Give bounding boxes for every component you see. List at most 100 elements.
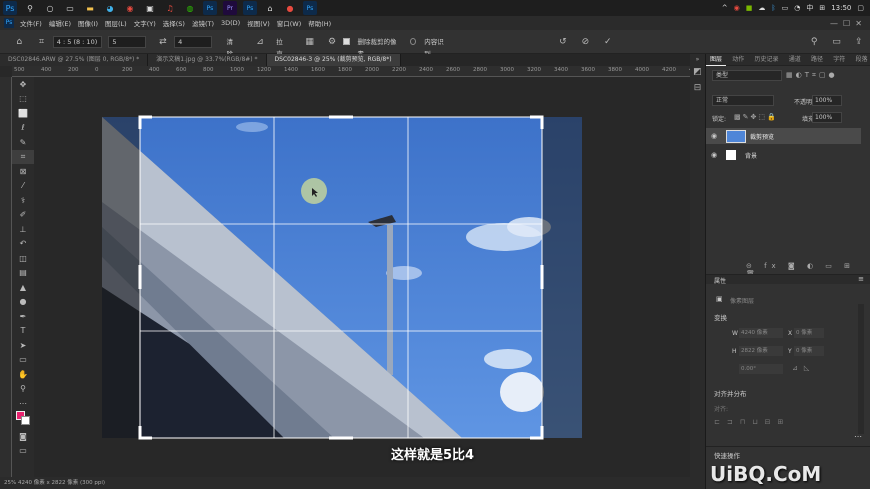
tab-actions[interactable]: 动作 (728, 54, 748, 65)
hand-tool-icon[interactable]: ✋ (12, 367, 34, 382)
layer-row-background[interactable]: ◉ 背景 (706, 147, 861, 163)
dodge-tool-icon[interactable]: ● (12, 295, 34, 310)
tray-nvidia-icon[interactable]: ■ (746, 4, 753, 12)
x-input[interactable]: 0 像素 (794, 328, 824, 338)
adjust-panel-icon[interactable]: ⊟ (690, 83, 705, 93)
layer-filter-icons[interactable]: ▦◐T⌗▢● (786, 71, 838, 80)
notification-icon[interactable]: ▢ (857, 4, 864, 12)
grid-overlay-icon[interactable]: ▦ (304, 36, 314, 48)
tab-doc-3[interactable]: DSC02846-3 @ 25% (裁剪预览, RGB/8*) (266, 54, 401, 66)
tab-paragraph[interactable]: 段落 (852, 54, 870, 65)
blur-tool-icon[interactable]: ▲ (12, 280, 34, 295)
menu-3d[interactable]: 3D(D) (221, 19, 240, 27)
gradient-tool-icon[interactable]: ▤ (12, 266, 34, 281)
fill-input[interactable]: 100% (812, 112, 842, 123)
tab-character[interactable]: 字符 (829, 54, 849, 65)
reset-icon[interactable]: ↺ (558, 36, 568, 48)
blend-mode-select[interactable]: 正常 (712, 95, 774, 106)
shape-tool-icon[interactable]: ▭ (12, 353, 34, 368)
straighten-button[interactable]: 拉直 (271, 36, 292, 58)
search-icon-opt[interactable]: ⚲ (809, 36, 819, 48)
eraser-tool-icon[interactable]: ◫ (12, 251, 34, 266)
tray-cloud-icon[interactable]: ☁ (758, 4, 765, 12)
w-input[interactable]: 4240 像素 (739, 328, 783, 338)
home-icon[interactable]: ⌂ (14, 36, 24, 48)
crop-tool-icon-2[interactable]: ⌗ (12, 149, 34, 164)
mouse-icon[interactable]: ⌂ (263, 1, 277, 15)
tab-layers[interactable]: 图层 (706, 54, 727, 66)
y-input[interactable]: 0 像素 (794, 346, 824, 356)
type-tool-icon[interactable]: T (12, 324, 34, 339)
crop-tool-icon[interactable]: ⌗ (36, 36, 46, 48)
menu-view[interactable]: 视图(V) (247, 18, 270, 28)
zoom-tool-icon[interactable]: ⚲ (12, 382, 34, 397)
align-icons[interactable]: ⊏⊐⊓⊔⊟⊞ (714, 418, 790, 426)
stamp-tool-icon[interactable]: ⊥ (12, 222, 34, 237)
search-icon[interactable]: ⚲ (23, 1, 37, 15)
screen-mode-icon[interactable]: ▭ (12, 444, 34, 459)
photoshop3-icon[interactable]: Ps (303, 1, 317, 15)
photoshop-icon[interactable]: Ps (203, 1, 217, 15)
frame-tool-icon[interactable]: ⊠ (12, 164, 34, 179)
record-icon[interactable]: ● (283, 1, 297, 15)
move-tool-icon[interactable]: ✥ (12, 77, 34, 92)
clear-button[interactable]: 清除 (222, 36, 243, 58)
edge-icon[interactable]: ◕ (103, 1, 117, 15)
collapse-icon[interactable]: » (690, 56, 705, 63)
tab-history[interactable]: 历史记录 (751, 54, 783, 65)
path-select-icon[interactable]: ➤ (12, 338, 34, 353)
tray-ime-icon[interactable]: 中 (806, 3, 813, 13)
menu-edit[interactable]: 编辑(E) (49, 18, 71, 28)
straighten-icon[interactable]: ⊿ (255, 36, 265, 48)
quick-mask-icon[interactable]: ◙ (12, 429, 34, 444)
layer-name[interactable]: 背景 (745, 151, 757, 160)
panel-menu-icon[interactable]: ≡ (858, 275, 864, 283)
chrome-icon[interactable]: ◉ (123, 1, 137, 15)
menu-image[interactable]: 图像(I) (78, 18, 98, 28)
menu-layer[interactable]: 图层(L) (105, 18, 127, 28)
cancel-icon[interactable]: ⊘ (580, 36, 590, 48)
panel-scrollbar[interactable] (858, 304, 864, 434)
tray-input-icon[interactable]: ⊞ (819, 4, 825, 12)
color-panel-icon[interactable]: ◩ (690, 67, 705, 77)
width-input[interactable]: 5 (108, 35, 146, 48)
music-icon[interactable]: ♫ (163, 1, 177, 15)
clock[interactable]: 13:50 (831, 4, 851, 12)
pen-tool-icon[interactable]: ✒ (12, 309, 34, 324)
tab-doc-1[interactable]: DSC02846.ARW @ 27.5% (图层 0, RGB/8*) * (0, 54, 149, 66)
lasso-tool-icon[interactable]: ℓ (12, 121, 34, 136)
settings-gear-icon[interactable]: ⚙ (327, 36, 337, 48)
artboard-tool-icon[interactable]: ⬚ (12, 92, 34, 107)
color-swatches-icon[interactable] (12, 410, 34, 426)
menu-filter[interactable]: 滤镜(T) (192, 18, 214, 28)
menu-help[interactable]: 帮助(H) (308, 18, 331, 28)
menu-window[interactable]: 窗口(W) (277, 18, 302, 28)
lock-icons[interactable]: ▩✎✥⬚🔒 (734, 113, 778, 121)
tray-record-icon[interactable]: ◉ (734, 4, 740, 12)
angle-input[interactable]: 0.00° (739, 364, 783, 374)
swap-icon[interactable]: ⇄ (158, 36, 168, 48)
more-tools-icon[interactable]: ⋯ (12, 396, 34, 411)
quick-select-tool-icon[interactable]: ✎ (12, 135, 34, 150)
delete-cropped-checkbox[interactable] (343, 38, 350, 45)
marquee-tool-icon[interactable]: ⬜ (12, 106, 34, 121)
menu-type[interactable]: 文字(Y) (134, 18, 156, 28)
layer-row-crop-preview[interactable]: ◉ 裁剪预览 (706, 128, 861, 144)
tray-chevron-icon[interactable]: ^ (722, 4, 728, 12)
content-aware-radio[interactable] (409, 38, 417, 45)
tray-network-icon[interactable]: ▭ (782, 4, 789, 12)
premiere-icon[interactable]: Pr (223, 1, 237, 15)
wechat-icon[interactable]: ◍ (183, 1, 197, 15)
photoshop2-icon[interactable]: Ps (243, 1, 257, 15)
commit-check-icon[interactable]: ✓ (603, 36, 613, 48)
flip-icons[interactable]: ⊿◺ (792, 364, 815, 372)
height-input[interactable]: 4 (174, 35, 212, 48)
eye-icon[interactable]: ◉ (706, 151, 722, 159)
layer-name[interactable]: 裁剪预览 (750, 132, 774, 141)
layer-filter-kind[interactable]: 类型 (712, 70, 782, 81)
eyedropper-tool-icon[interactable]: ⁄ (12, 179, 34, 194)
healing-tool-icon[interactable]: ⚕ (12, 193, 34, 208)
crop-preview-image[interactable] (34, 77, 690, 477)
tab-paths[interactable]: 路径 (807, 54, 827, 65)
eye-icon[interactable]: ◉ (706, 132, 722, 140)
